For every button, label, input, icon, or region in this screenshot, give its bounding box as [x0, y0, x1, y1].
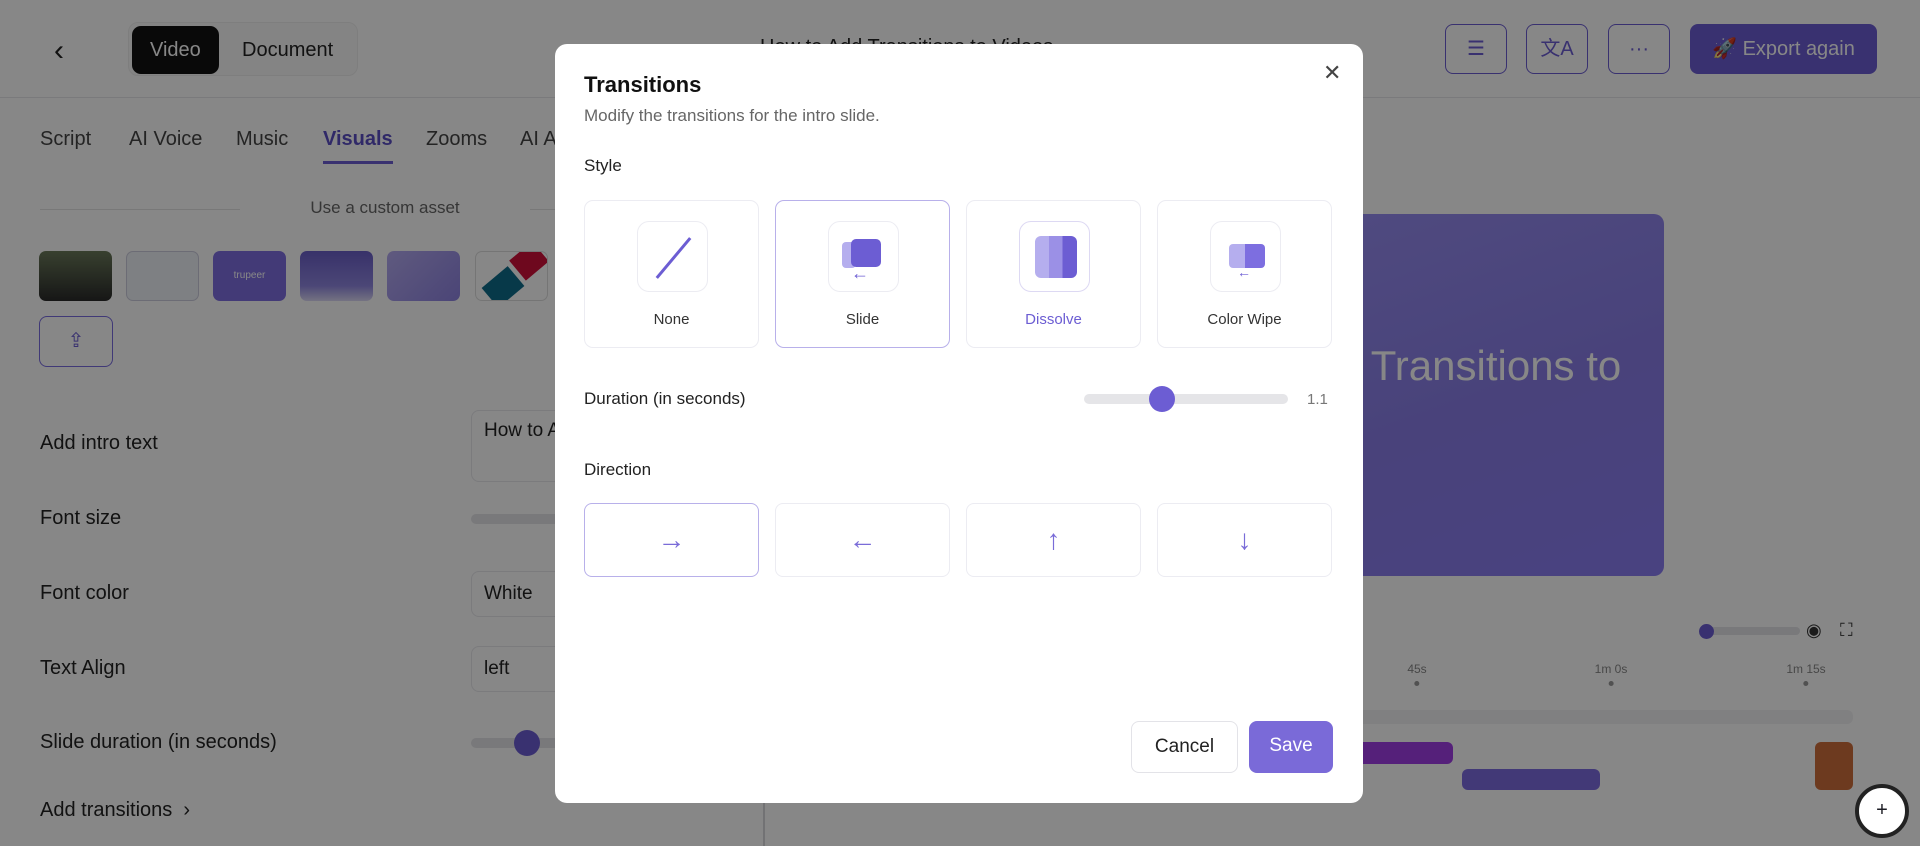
- arrow-up-icon: ↑: [1046, 524, 1061, 555]
- style-option-none[interactable]: None: [584, 200, 759, 348]
- style-label-none: None: [653, 311, 690, 328]
- transitions-modal: Transitions Modify the transitions for t…: [555, 44, 1363, 803]
- style-option-slide[interactable]: ← Slide: [775, 200, 950, 348]
- direction-label: Direction: [584, 460, 652, 479]
- close-icon[interactable]: ✕: [1323, 60, 1341, 86]
- direction-down-button[interactable]: ↓: [1157, 503, 1332, 577]
- slide-icon: ←: [828, 221, 899, 292]
- none-icon: [637, 221, 708, 292]
- style-option-dissolve[interactable]: Dissolve: [966, 200, 1141, 348]
- arrow-down-icon: ↓: [1237, 524, 1252, 555]
- cancel-button[interactable]: Cancel: [1131, 721, 1238, 773]
- style-label: Style: [584, 156, 622, 175]
- save-button[interactable]: Save: [1249, 721, 1333, 773]
- style-label-slide: Slide: [845, 311, 880, 328]
- add-widget-icon[interactable]: +: [1855, 784, 1909, 838]
- duration-label: Duration (in seconds): [584, 389, 746, 408]
- style-option-color-wipe[interactable]: ← Color Wipe: [1157, 200, 1332, 348]
- duration-slider-thumb[interactable]: [1148, 386, 1175, 412]
- dissolve-icon: [1019, 221, 1090, 292]
- direction-right-button[interactable]: →: [584, 503, 759, 577]
- duration-value: 1.1: [1307, 391, 1328, 408]
- duration-slider[interactable]: [1084, 394, 1288, 404]
- direction-left-button[interactable]: ←: [775, 503, 950, 577]
- modal-title: Transitions: [584, 72, 702, 97]
- style-label-color-wipe: Color Wipe: [1207, 311, 1282, 328]
- modal-subtitle: Modify the transitions for the intro sli…: [584, 106, 880, 125]
- color-wipe-icon: ←: [1210, 221, 1281, 292]
- direction-up-button[interactable]: ↑: [966, 503, 1141, 577]
- style-label-dissolve: Dissolve: [1025, 311, 1082, 328]
- arrow-left-icon: ←: [848, 524, 877, 555]
- arrow-right-icon: →: [657, 524, 686, 555]
